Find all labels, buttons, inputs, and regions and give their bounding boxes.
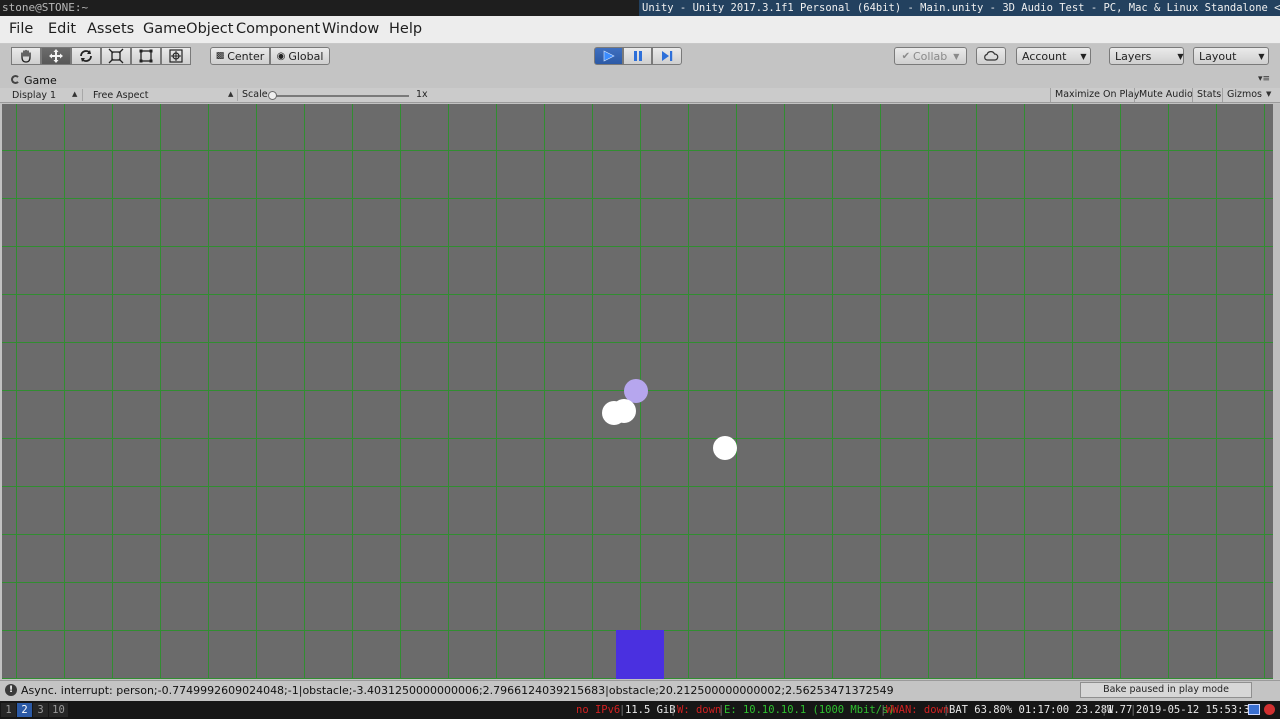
menu-bar: File Edit Assets GameObject Component Wi…: [0, 16, 1280, 44]
system-status-bar: 1 2 3 10 no IPv6 | 11.5 GiB | W: down | …: [0, 701, 1280, 719]
menu-assets[interactable]: Assets: [87, 21, 134, 37]
layers-dropdown[interactable]: Layers ▼: [1109, 47, 1184, 65]
chevron-down-icon: ▼: [953, 51, 960, 61]
chevron-updown-icon: ▲︎: [72, 90, 78, 98]
layout-dropdown[interactable]: Layout ▼: [1193, 47, 1269, 65]
scale-label: Scale: [242, 89, 268, 100]
scale-slider-handle[interactable]: [268, 91, 277, 100]
play-button[interactable]: [594, 47, 623, 65]
rect-icon: [139, 49, 153, 63]
pause-icon: [633, 51, 642, 61]
game-viewport[interactable]: [2, 104, 1273, 679]
pivot-center-button[interactable]: ▩ Center: [210, 47, 270, 65]
menu-edit[interactable]: Edit: [48, 21, 76, 37]
step-button[interactable]: [652, 47, 682, 65]
aspect-label: Free Aspect: [93, 90, 149, 101]
console-last-message[interactable]: Async. interrupt: person;-0.774999260902…: [21, 684, 894, 697]
menu-gameobject[interactable]: GameObject: [143, 21, 233, 37]
pause-button[interactable]: [623, 47, 652, 65]
workspace-10[interactable]: 10: [49, 703, 68, 717]
maximize-on-play-toggle[interactable]: Maximize On Play: [1050, 88, 1143, 102]
gizmos-dropdown[interactable]: Gizmos: [1222, 88, 1266, 102]
collab-label: Collab: [912, 49, 948, 63]
display-label: Display 1: [12, 90, 57, 101]
menu-component[interactable]: Component: [236, 21, 320, 37]
mute-audio-toggle[interactable]: Mute Audio: [1134, 88, 1197, 102]
player-cube: [616, 630, 664, 679]
unity-window-title[interactable]: Unity - Unity 2017.3.1f1 Personal (64bit…: [639, 0, 1280, 16]
cloud-button[interactable]: [976, 47, 1006, 65]
tray-alert-icon[interactable]: [1264, 704, 1275, 715]
chevron-down-icon: ▼: [1177, 51, 1184, 61]
display-dropdown[interactable]: Display 1 ▲︎: [7, 89, 83, 101]
stats-toggle[interactable]: Stats: [1192, 88, 1225, 102]
disk-status: 11.5 GiB: [625, 704, 676, 716]
battery-status: BAT 63.80% 01:17:00 23.28W: [949, 704, 1114, 716]
collab-dropdown[interactable]: ✔ Collab ▼: [894, 47, 967, 65]
globe-icon: ◉: [276, 50, 286, 62]
space-label: Global: [288, 49, 324, 63]
layout-label: Layout: [1199, 49, 1237, 63]
layers-label: Layers: [1115, 49, 1152, 63]
separator: |: [670, 704, 677, 716]
sound-source-sphere: [612, 399, 636, 423]
tab-menu-icon[interactable]: ▾≡: [1258, 74, 1270, 84]
ipv6-status: no IPv6: [576, 704, 621, 716]
menu-help[interactable]: Help: [389, 21, 422, 37]
scale-tool-button[interactable]: [101, 47, 131, 65]
menu-window[interactable]: Window: [322, 21, 379, 37]
move-icon: [49, 49, 63, 63]
chevron-updown-icon: ▲︎: [228, 90, 234, 98]
rotate-tool-button[interactable]: [71, 47, 101, 65]
space-global-button[interactable]: ◉ Global: [270, 47, 330, 65]
load-average: 1.77: [1107, 704, 1133, 716]
tray-app-icon[interactable]: [1248, 704, 1260, 715]
info-icon: !: [5, 684, 17, 696]
sound-source-sphere: [713, 436, 737, 460]
hand-tool-button[interactable]: [11, 47, 41, 65]
wwan-status: WWAN: down: [886, 704, 950, 716]
cloud-icon: [984, 51, 999, 61]
terminal-window-title[interactable]: stone@STONE:~: [2, 1, 88, 14]
step-icon: [662, 51, 673, 61]
game-view-controls: Display 1 ▲︎ Free Aspect ▲︎ Scale 1x Max…: [0, 88, 1280, 103]
rect-tool-button[interactable]: [131, 47, 161, 65]
scale-value: 1x: [416, 89, 428, 100]
account-label: Account: [1022, 49, 1067, 63]
move-tool-button[interactable]: [41, 47, 71, 65]
transform-icon: [169, 49, 183, 63]
viewport-edge: [1273, 104, 1280, 679]
ethernet-status: E: 10.10.10.1 (1000 Mbit/s): [724, 704, 895, 716]
workspace-2[interactable]: 2: [17, 703, 32, 717]
game-tab-bar: Game ▾≡: [0, 73, 1280, 88]
collab-check-icon: ✔: [901, 50, 910, 62]
clock: 2019-05-12 15:53:30: [1136, 704, 1257, 716]
pivot-icon: ▩: [215, 51, 225, 61]
wifi-status: W: down: [677, 704, 722, 716]
aspect-dropdown[interactable]: Free Aspect ▲︎: [88, 89, 238, 101]
tab-game[interactable]: Game: [24, 74, 57, 87]
window-title-bar: stone@STONE:~ Unity - Unity 2017.3.1f1 P…: [0, 0, 1280, 16]
chevron-down-icon[interactable]: ▼: [1266, 90, 1271, 98]
transform-tool-button[interactable]: [161, 47, 191, 65]
workspace-3[interactable]: 3: [33, 703, 48, 717]
account-dropdown[interactable]: Account ▼: [1016, 47, 1091, 65]
rotate-icon: [80, 50, 92, 62]
menu-file[interactable]: File: [9, 21, 33, 37]
scale-slider-track[interactable]: [273, 95, 409, 97]
chevron-down-icon: ▼: [1258, 51, 1265, 61]
pivot-label: Center: [227, 49, 265, 63]
status-bar: ! Async. interrupt: person;-0.7749992609…: [0, 680, 1280, 701]
bake-status: Bake paused in play mode: [1080, 682, 1252, 698]
play-icon: [603, 50, 615, 62]
game-view-icon: [11, 75, 20, 84]
scale-icon: [108, 48, 124, 64]
chevron-down-icon: ▼: [1080, 51, 1087, 61]
main-toolbar: ▩ Center ◉ Global ✔ Collab ▼ Account ▼ L…: [0, 44, 1280, 73]
workspace-1[interactable]: 1: [1, 703, 16, 717]
hand-icon: [21, 49, 31, 63]
